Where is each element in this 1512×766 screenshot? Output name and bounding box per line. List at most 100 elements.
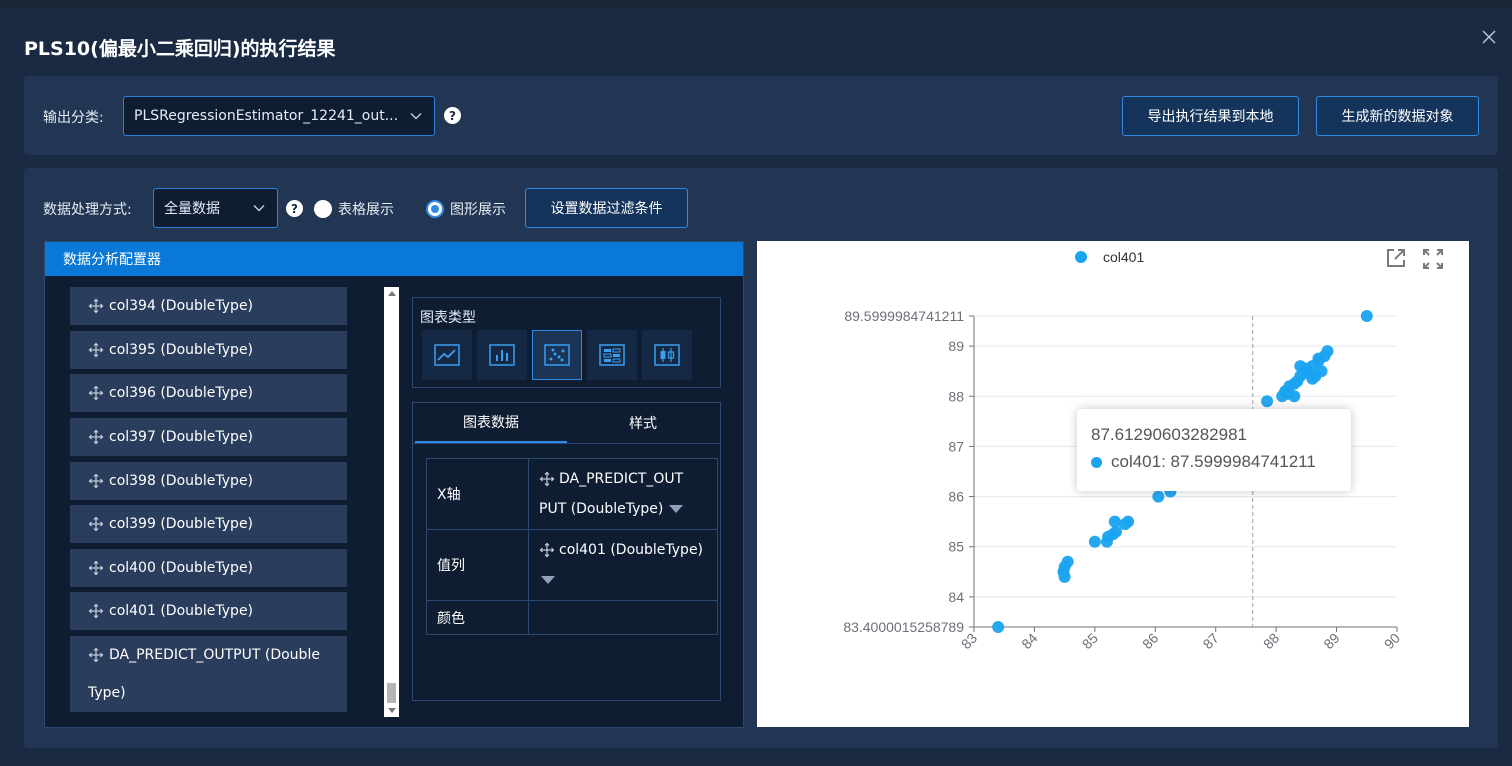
- chart-config-box: 图表数据 样式 X轴 DA_PREDICT_OUT PUT (DoubleTyp…: [412, 402, 721, 701]
- chart-type-scatter[interactable]: [532, 330, 582, 380]
- chart-type-boxplot[interactable]: [642, 330, 692, 380]
- field-list-scrollbar[interactable]: [384, 287, 399, 717]
- move-icon: [88, 298, 104, 314]
- field-item-col401[interactable]: col401 (DoubleType): [70, 592, 347, 630]
- radio-circle: [314, 200, 332, 218]
- scatter-chart-icon: [544, 344, 570, 366]
- chart-type-heatmap[interactable]: [587, 330, 637, 380]
- field-label: col397 (DoubleType): [109, 429, 254, 445]
- heatmap-chart-icon: [599, 344, 625, 366]
- scroll-up-arrow-icon[interactable]: [388, 291, 396, 296]
- output-help-icon[interactable]: ?: [444, 107, 461, 124]
- scatter-point[interactable]: [992, 621, 1005, 634]
- value-column-label: 值列: [426, 529, 529, 601]
- field-label: col396 (DoubleType): [109, 385, 254, 401]
- field-item-col394[interactable]: col394 (DoubleType): [70, 287, 347, 325]
- tab-style[interactable]: 样式: [567, 403, 719, 443]
- scrollbar-thumb[interactable]: [387, 683, 396, 703]
- field-item-da-predict-output[interactable]: DA_PREDICT_OUTPUT (Double Type): [70, 636, 347, 712]
- scatter-point[interactable]: [1306, 372, 1319, 385]
- x-tick-label: 89: [1320, 630, 1342, 652]
- scatter-point[interactable]: [1152, 490, 1165, 503]
- field-label-line1: DA_PREDICT_OUTPUT (Double: [109, 647, 320, 663]
- chart-type-box: 图表类型: [412, 297, 721, 388]
- chart-type-bar[interactable]: [477, 330, 527, 380]
- x-axis-value-line2: PUT (DoubleType): [539, 501, 664, 517]
- legend-label[interactable]: col401: [1103, 249, 1144, 265]
- x-axis-label: X轴: [426, 458, 529, 530]
- field-label: col399 (DoubleType): [109, 516, 254, 532]
- caret-down-icon[interactable]: [541, 576, 555, 584]
- output-category-value: PLSRegressionEstimator_12241_out...: [134, 108, 399, 124]
- move-icon: [88, 473, 104, 489]
- scatter-point[interactable]: [1061, 555, 1074, 568]
- processing-mode-label: 数据处理方式:: [43, 202, 132, 218]
- value-column-drop-zone[interactable]: col401 (DoubleType): [528, 529, 718, 601]
- move-icon: [539, 471, 555, 487]
- scatter-point[interactable]: [1360, 309, 1373, 322]
- field-label: col400 (DoubleType): [109, 560, 254, 576]
- field-item-col395[interactable]: col395 (DoubleType): [70, 331, 347, 369]
- field-label: col401 (DoubleType): [109, 603, 254, 619]
- scatter-point[interactable]: [1108, 515, 1121, 528]
- generate-data-object-button[interactable]: 生成新的数据对象: [1316, 96, 1479, 136]
- move-icon: [539, 542, 555, 558]
- legend-marker[interactable]: [1075, 251, 1087, 263]
- field-label: col394 (DoubleType): [109, 298, 254, 314]
- y-tick-label: 87: [948, 438, 964, 454]
- x-axis-drop-zone[interactable]: DA_PREDICT_OUT PUT (DoubleType): [528, 458, 718, 530]
- field-item-col396[interactable]: col396 (DoubleType): [70, 374, 347, 412]
- line-chart-icon: [434, 344, 460, 366]
- move-icon: [88, 560, 104, 576]
- field-label: DA_PREDICT_OUTPUT (Double Type): [88, 636, 320, 712]
- tooltip-x-value: 87.61290603282981: [1091, 425, 1247, 444]
- field-label-line2: Type): [88, 685, 126, 701]
- set-filter-button[interactable]: 设置数据过滤条件: [525, 188, 688, 228]
- y-tick-label: 89.5999984741211: [844, 308, 964, 324]
- field-item-col400[interactable]: col400 (DoubleType): [70, 549, 347, 587]
- x-tick-label: 87: [1200, 630, 1222, 652]
- scatter-point[interactable]: [1122, 515, 1135, 528]
- radio-circle-selected: [426, 200, 444, 218]
- move-icon: [88, 429, 104, 445]
- export-results-button[interactable]: 导出执行结果到本地: [1122, 96, 1299, 136]
- chart-config-table: X轴 DA_PREDICT_OUT PUT (DoubleType) 值列 co…: [426, 458, 718, 635]
- radio-table-view[interactable]: 表格展示: [314, 199, 394, 219]
- chart-tooltip: 87.61290603282981 col401: 87.59999847412…: [1077, 409, 1351, 491]
- scatter-point[interactable]: [1261, 395, 1274, 408]
- color-label: 颜色: [426, 600, 529, 635]
- field-item-col398[interactable]: col398 (DoubleType): [70, 462, 347, 500]
- scatter-point[interactable]: [1288, 390, 1301, 403]
- processing-help-icon[interactable]: ?: [286, 200, 303, 217]
- open-external-icon[interactable]: [1385, 247, 1407, 269]
- radio-table-label: 表格展示: [338, 202, 394, 218]
- caret-down-icon[interactable]: [669, 505, 684, 513]
- close-icon[interactable]: [1478, 26, 1500, 48]
- color-drop-zone[interactable]: [528, 600, 718, 635]
- x-tick-label: 88: [1260, 630, 1282, 652]
- scatter-point[interactable]: [1312, 352, 1325, 365]
- window-top-strip: [0, 0, 1512, 8]
- y-tick-label: 84: [948, 589, 964, 605]
- x-tick-label: 84: [1018, 630, 1040, 652]
- tab-divider: [413, 443, 720, 444]
- radio-chart-label: 图形展示: [450, 202, 506, 218]
- field-item-col399[interactable]: col399 (DoubleType): [70, 505, 347, 543]
- y-tick-label: 86: [948, 489, 964, 505]
- fullscreen-icon[interactable]: [1422, 248, 1444, 270]
- chart-type-line[interactable]: [422, 330, 472, 380]
- scatter-point[interactable]: [1088, 535, 1101, 548]
- processing-mode-select[interactable]: 全量数据: [153, 188, 278, 228]
- scroll-down-arrow-icon[interactable]: [388, 708, 396, 713]
- y-tick-label: 88: [948, 388, 964, 404]
- y-tick-label: 89: [948, 338, 964, 354]
- y-tick-label: 85: [948, 539, 964, 555]
- move-icon: [88, 603, 104, 619]
- radio-chart-view[interactable]: 图形展示: [426, 199, 506, 219]
- field-item-col397[interactable]: col397 (DoubleType): [70, 418, 347, 456]
- x-tick-label: 86: [1139, 630, 1161, 652]
- analyzer-header: 数据分析配置器: [45, 242, 743, 276]
- output-category-select[interactable]: PLSRegressionEstimator_12241_out...: [123, 96, 435, 136]
- tab-chart-data[interactable]: 图表数据: [415, 403, 567, 443]
- data-analyzer: 数据分析配置器 col394 (DoubleType) col395 (Doub…: [44, 241, 744, 728]
